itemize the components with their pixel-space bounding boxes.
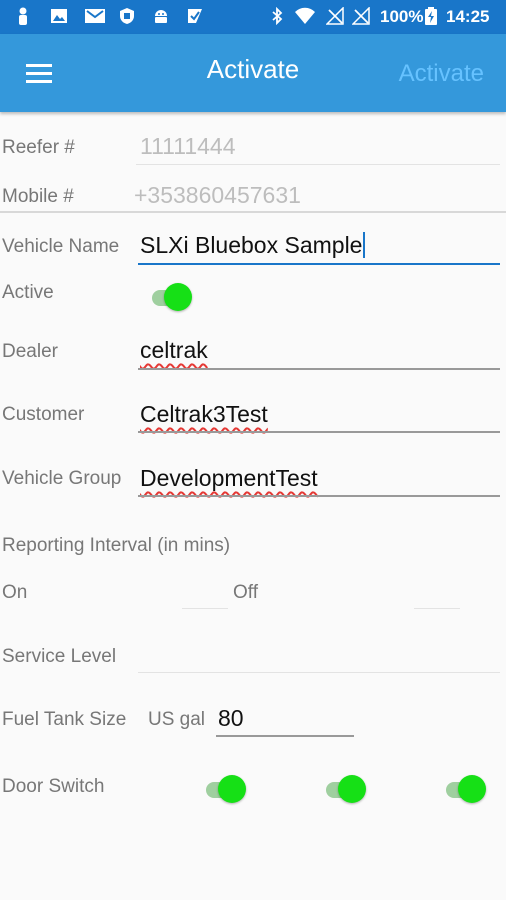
- gmail-icon: [85, 9, 105, 23]
- bluetooth-icon: [272, 7, 283, 25]
- dealer-text: celtrak: [140, 337, 208, 363]
- reefer-underline: [136, 164, 500, 165]
- toggle-thumb: [338, 775, 366, 803]
- vehicle-group-text: DevelopmentTest: [140, 465, 318, 491]
- vehicle-group-label: Vehicle Group: [2, 468, 122, 489]
- no-signal-icon: [326, 7, 344, 25]
- toggle-thumb: [458, 775, 486, 803]
- vehicle-name-text: SLXi Bluebox Sample: [140, 232, 363, 258]
- reporting-off-input[interactable]: [414, 580, 460, 608]
- toggle-thumb: [218, 775, 246, 803]
- app-bar: Activate Activate: [0, 34, 506, 112]
- active-toggle[interactable]: [150, 283, 198, 313]
- reporting-interval-label: Reporting Interval (in mins): [2, 535, 231, 556]
- reefer-value: 11111444: [140, 133, 236, 159]
- service-level-underline: [138, 672, 500, 673]
- vehicle-name-label: Vehicle Name: [2, 236, 120, 257]
- vehicle-name-underline: [138, 263, 500, 265]
- reporting-on-label: On: [2, 582, 28, 603]
- checkbox-icon: [188, 9, 202, 23]
- reporting-off-label: Off: [233, 582, 258, 603]
- fuel-tank-input[interactable]: 80: [218, 705, 244, 731]
- wifi-icon: [295, 7, 315, 24]
- text-cursor: [363, 232, 366, 258]
- fuel-tank-label: Fuel Tank Size: [2, 709, 127, 730]
- customer-underline: [138, 431, 500, 433]
- service-level-label: Service Level: [2, 646, 117, 667]
- battery-percent: 100%: [380, 7, 424, 26]
- dealer-label: Dealer: [2, 341, 58, 362]
- mobile-value: +353860457631: [134, 182, 301, 208]
- reefer-label: Reefer #: [2, 137, 75, 158]
- reporting-on-underline: [182, 608, 228, 609]
- customer-label: Customer: [2, 404, 85, 425]
- mobile-label: Mobile #: [2, 186, 74, 207]
- image-icon: [51, 9, 67, 23]
- toggle-thumb: [164, 283, 192, 311]
- status-bar: 100% 14:25: [0, 0, 506, 34]
- vehicle-name-input[interactable]: SLXi Bluebox Sample: [140, 232, 366, 258]
- clock: 14:25: [446, 7, 490, 26]
- vehicle-group-underline: [138, 495, 500, 497]
- battery-icon: [425, 7, 437, 25]
- no-signal-icon: [352, 7, 370, 25]
- service-level-select[interactable]: [138, 642, 500, 670]
- door-switch-toggle-2[interactable]: [324, 775, 372, 805]
- shield-icon: [120, 8, 134, 24]
- section-divider: [0, 211, 506, 213]
- door-switch-toggle-1[interactable]: [204, 775, 252, 805]
- active-label: Active: [2, 282, 54, 303]
- customer-input[interactable]: Celtrak3Test: [140, 401, 268, 427]
- fuel-tank-unit: US gal: [148, 709, 206, 730]
- reporting-on-input[interactable]: [182, 580, 228, 608]
- vehicle-group-input[interactable]: DevelopmentTest: [140, 465, 318, 491]
- fuel-tank-underline: [216, 735, 354, 737]
- door-switch-toggle-3[interactable]: [444, 775, 492, 805]
- dealer-input[interactable]: celtrak: [140, 337, 208, 363]
- person-icon: [19, 7, 27, 25]
- dealer-underline: [138, 368, 500, 370]
- door-switch-label: Door Switch: [2, 776, 105, 797]
- android-icon: [155, 10, 167, 23]
- reporting-off-underline: [414, 608, 460, 609]
- activate-button[interactable]: Activate: [399, 60, 484, 88]
- customer-text: Celtrak3Test: [140, 401, 268, 427]
